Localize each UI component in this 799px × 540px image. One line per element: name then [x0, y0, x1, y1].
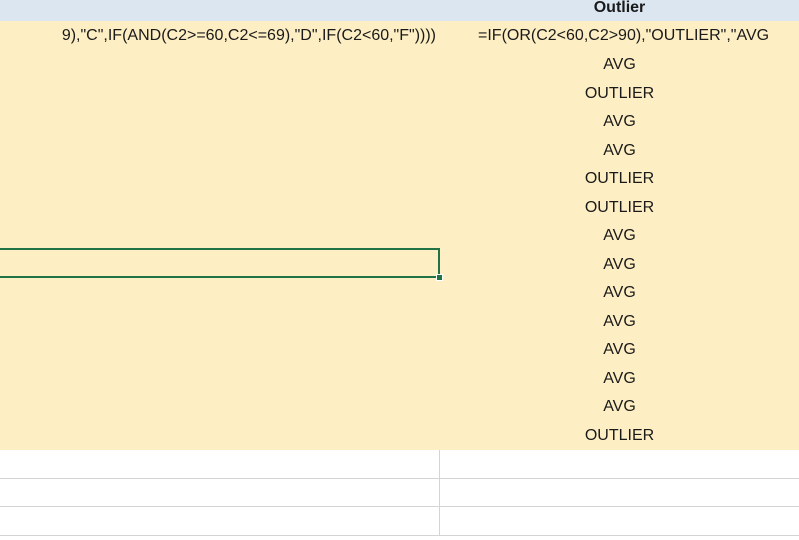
table-row: OUTLIER [0, 165, 799, 194]
grade-cell[interactable] [0, 108, 440, 137]
empty-cell[interactable] [0, 507, 440, 536]
grade-cell[interactable] [0, 193, 440, 222]
outlier-cell[interactable]: AVG [440, 336, 799, 365]
table-row: AVG [0, 307, 799, 336]
outlier-formula-cell[interactable]: =IF(OR(C2<60,C2>90),"OUTLIER","AVG [440, 21, 799, 51]
grade-cell[interactable] [0, 136, 440, 165]
outlier-cell[interactable]: AVG [440, 222, 799, 251]
fill-handle[interactable] [436, 274, 443, 281]
grade-cell[interactable] [0, 165, 440, 194]
table-row: OUTLIER [0, 421, 799, 450]
outlier-cell[interactable]: OUTLIER [440, 165, 799, 194]
empty-cell[interactable] [440, 478, 799, 507]
grade-cell[interactable] [0, 307, 440, 336]
empty-row [0, 507, 799, 536]
outlier-value: AVG [603, 284, 636, 302]
table-row: AVG [0, 393, 799, 422]
outlier-cell[interactable]: AVG [440, 393, 799, 422]
empty-cell[interactable] [0, 450, 440, 479]
table-row: AVG [0, 136, 799, 165]
outlier-value: AVG [603, 113, 636, 131]
outlier-value: OUTLIER [584, 84, 655, 102]
header-row: Outlier [0, 0, 799, 21]
header-cell-grade[interactable] [0, 0, 440, 21]
outlier-cell[interactable]: OUTLIER [440, 193, 799, 222]
table-row: AVG [0, 51, 799, 80]
table-row: AVG [0, 364, 799, 393]
outlier-formula-text: =IF(OR(C2<60,C2>90),"OUTLIER","AVG [478, 27, 770, 44]
outlier-value: OUTLIER [584, 426, 655, 444]
outlier-cell[interactable]: OUTLIER [440, 421, 799, 450]
grade-cell[interactable] [0, 51, 440, 80]
grade-cell[interactable] [0, 222, 440, 251]
table-row: OUTLIER [0, 193, 799, 222]
empty-cell[interactable] [440, 450, 799, 479]
outlier-cell[interactable]: AVG [440, 364, 799, 393]
grade-cell[interactable] [0, 336, 440, 365]
outlier-cell[interactable]: OUTLIER [440, 79, 799, 108]
outlier-cell[interactable]: AVG [440, 51, 799, 80]
outlier-value: AVG [603, 255, 636, 273]
outlier-value: AVG [603, 227, 636, 245]
outlier-cell[interactable]: AVG [440, 250, 799, 279]
outlier-value: OUTLIER [584, 170, 655, 188]
outlier-value: AVG [603, 141, 636, 159]
outlier-value: AVG [603, 56, 636, 74]
header-cell-outlier[interactable]: Outlier [440, 0, 799, 21]
empty-cell[interactable] [440, 507, 799, 536]
empty-row [0, 478, 799, 507]
grade-cell[interactable] [0, 364, 440, 393]
outlier-cell[interactable]: AVG [440, 307, 799, 336]
grade-cell[interactable] [0, 79, 440, 108]
empty-row [0, 450, 799, 479]
table-row: OUTLIER [0, 79, 799, 108]
grade-formula-cell[interactable]: 9),"C",IF(AND(C2>=60,C2<=69),"D",IF(C2<6… [0, 21, 440, 51]
outlier-value: AVG [603, 341, 636, 359]
grade-formula-text: 9),"C",IF(AND(C2>=60,C2<=69),"D",IF(C2<6… [61, 27, 436, 44]
outlier-cell[interactable]: AVG [440, 279, 799, 308]
empty-cell[interactable] [0, 478, 440, 507]
spreadsheet-grid: Outlier 9),"C",IF(AND(C2>=60,C2<=69),"D"… [0, 0, 799, 540]
header-outlier-label: Outlier [593, 0, 646, 16]
grade-cell-selected[interactable] [0, 250, 440, 279]
outlier-value: AVG [603, 369, 636, 387]
grade-cell[interactable] [0, 421, 440, 450]
table-row: 9),"C",IF(AND(C2>=60,C2<=69),"D",IF(C2<6… [0, 21, 799, 51]
grade-cell[interactable] [0, 279, 440, 308]
outlier-value: OUTLIER [584, 198, 655, 216]
outlier-cell[interactable]: AVG [440, 108, 799, 137]
table-row: AVG [0, 250, 799, 279]
table-row: AVG [0, 336, 799, 365]
table-row: AVG [0, 222, 799, 251]
table-row: AVG [0, 279, 799, 308]
grade-cell[interactable] [0, 393, 440, 422]
outlier-value: AVG [603, 312, 636, 330]
outlier-value: AVG [603, 398, 636, 416]
outlier-cell[interactable]: AVG [440, 136, 799, 165]
table-row: AVG [0, 108, 799, 137]
